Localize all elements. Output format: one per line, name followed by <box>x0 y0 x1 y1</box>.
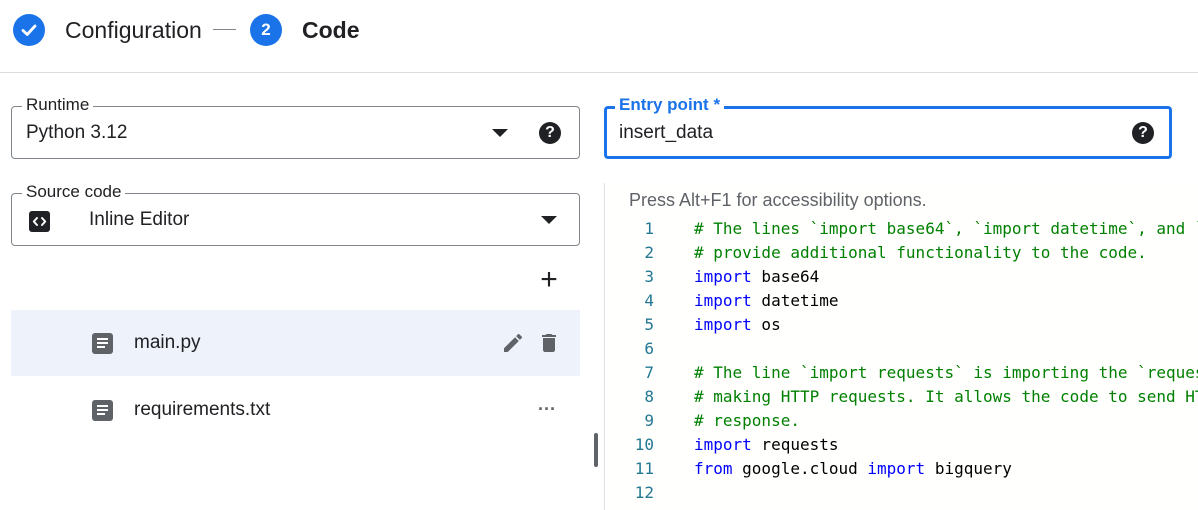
code-comment: # response. <box>694 411 800 430</box>
code-keyword: import <box>694 315 752 334</box>
code-keyword: import <box>867 459 926 478</box>
file-name: requirements.txt <box>134 399 271 420</box>
line-number: 10 <box>634 435 654 454</box>
code-line[interactable]: 5 import os <box>605 313 1198 337</box>
code-token: base64 <box>751 267 820 286</box>
file-document-icon <box>92 400 113 421</box>
edit-icon[interactable] <box>501 331 525 360</box>
code-line[interactable]: 1 # The lines `import base64`, `import da… <box>605 217 1198 241</box>
chevron-down-icon[interactable] <box>492 129 508 137</box>
entry-point-input[interactable]: Entry point * insert_data ? <box>604 95 1172 159</box>
code-comment: # The lines `import base64`, `import dat… <box>694 219 1198 238</box>
code-line[interactable]: 4 import datetime <box>605 289 1198 313</box>
code-line[interactable]: 10 import requests <box>605 433 1198 457</box>
code-text: # provide additional functionality to th… <box>694 241 1147 265</box>
stepper: Configuration 2 Code <box>0 0 1198 73</box>
source-code-value: Inline Editor <box>89 209 190 230</box>
entry-point-label: Entry point * <box>615 95 725 115</box>
file-name: main.py <box>134 332 201 353</box>
delete-icon[interactable] <box>537 331 561 360</box>
help-icon[interactable]: ? <box>539 122 561 144</box>
line-number: 11 <box>634 459 654 478</box>
source-code-label: Source code <box>22 182 126 202</box>
line-number: 7 <box>644 363 654 382</box>
check-icon[interactable] <box>13 14 45 46</box>
runtime-select[interactable]: Runtime Python 3.12 ? <box>11 95 580 159</box>
file-row-main-py[interactable]: main.py <box>11 310 580 376</box>
add-file-button[interactable]: + <box>536 265 562 295</box>
line-number: 8 <box>644 387 654 406</box>
code-token: requests <box>751 435 839 454</box>
code-line[interactable]: 2 # provide additional functionality to t… <box>605 241 1198 265</box>
code-line[interactable]: 13 <box>605 505 1198 510</box>
code-token: google.cloud <box>732 459 868 478</box>
code-keyword: import <box>694 435 752 454</box>
code-keyword: import <box>694 291 752 310</box>
code-line[interactable]: 8 # making HTTP requests. It allows the c… <box>605 385 1198 409</box>
code-text: import datetime <box>694 289 839 313</box>
code-keyword: import <box>694 267 752 286</box>
code-text: import os <box>694 313 781 337</box>
line-number: 2 <box>644 243 654 262</box>
code-icon <box>29 211 50 232</box>
code-editor[interactable]: Press Alt+F1 for accessibility options. … <box>605 183 1198 510</box>
line-number: 9 <box>644 411 654 430</box>
code-text: # The lines `import base64`, `import dat… <box>694 217 1198 241</box>
more-options-icon[interactable]: ··· <box>538 399 556 419</box>
runtime-value: Python 3.12 <box>26 122 128 143</box>
runtime-label: Runtime <box>22 95 94 115</box>
code-token: os <box>751 315 781 334</box>
code-line[interactable]: 7 # The line `import requests` is importi… <box>605 361 1198 385</box>
code-comment: # provide additional functionality to th… <box>694 243 1147 262</box>
file-row-requirements-txt[interactable]: requirements.txt ··· <box>11 377 580 443</box>
chevron-down-icon[interactable] <box>541 216 557 224</box>
code-comment: # making HTTP requests. It allows the co… <box>694 387 1198 406</box>
code-keyword: from <box>694 459 733 478</box>
line-number: 3 <box>644 267 654 286</box>
code-text: import requests <box>694 433 839 457</box>
line-number: 13 <box>605 505 654 510</box>
accessibility-hint: Press Alt+F1 for accessibility options. <box>629 190 927 210</box>
code-token: datetime <box>751 291 839 310</box>
code-text: from google.cloud import bigquery <box>694 457 1012 481</box>
code-text: # The line `import requests` is importin… <box>694 361 1198 385</box>
code-line[interactable]: 9 # response. <box>605 409 1198 433</box>
resize-handle[interactable] <box>594 433 598 467</box>
line-number: 12 <box>634 483 654 502</box>
entry-point-value: insert_data <box>619 122 714 143</box>
line-number: 1 <box>644 219 654 238</box>
step-configuration-label[interactable]: Configuration <box>65 17 202 43</box>
code-line[interactable]: 12 <box>605 481 1198 505</box>
code-line[interactable]: 3 import base64 <box>605 265 1198 289</box>
step-number-badge: 2 <box>250 14 282 46</box>
code-comment: # The line `import requests` is importin… <box>694 363 1198 382</box>
code-line[interactable]: 6 <box>605 337 1198 361</box>
line-number: 6 <box>644 339 654 358</box>
code-line[interactable]: 11 from google.cloud import bigquery <box>605 457 1198 481</box>
code-text: import base64 <box>694 265 819 289</box>
source-code-select[interactable]: Source code Inline Editor <box>11 182 580 246</box>
code-token: bigquery <box>925 459 1012 478</box>
code-text: # making HTTP requests. It allows the co… <box>694 385 1198 409</box>
help-icon[interactable]: ? <box>1132 122 1154 144</box>
line-number: 5 <box>644 315 654 334</box>
line-number: 4 <box>644 291 654 310</box>
step-code-label: Code <box>302 17 360 43</box>
file-document-icon <box>92 333 113 354</box>
step-separator <box>213 29 236 30</box>
code-text: # response. <box>694 409 800 433</box>
